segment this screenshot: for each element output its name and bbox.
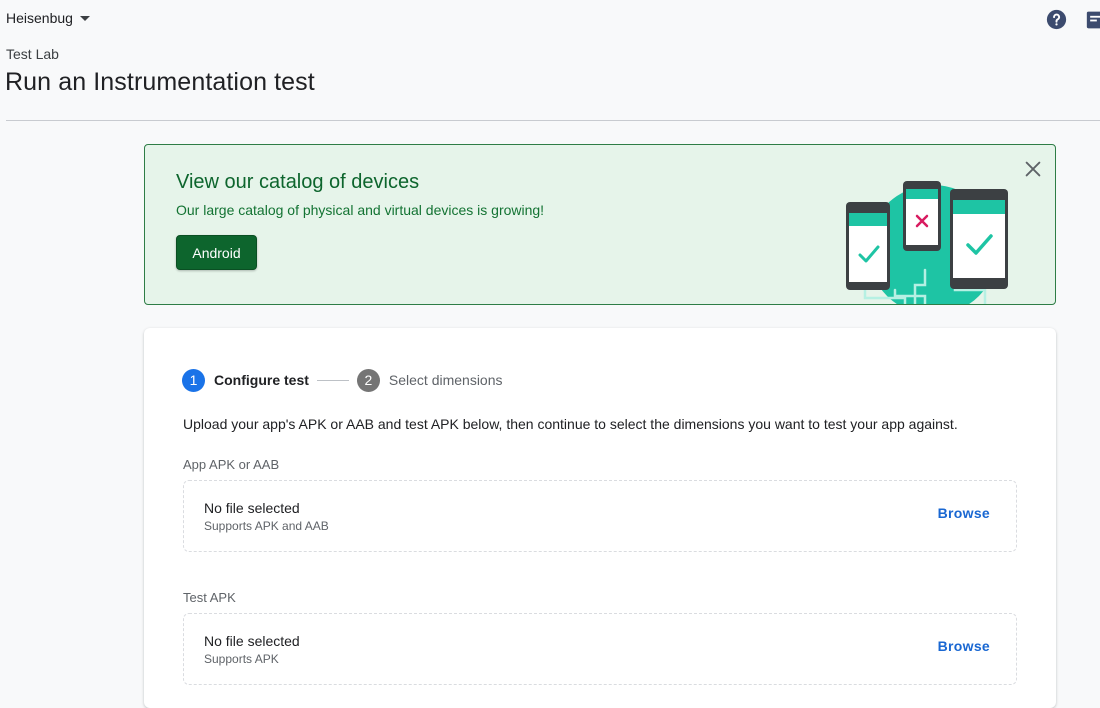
step-connector [316,379,349,381]
step-2-number[interactable]: 2 [356,368,380,392]
test-apk-label: Test APK [183,590,236,605]
feedback-icon[interactable] [1086,10,1100,30]
step-1-number[interactable]: 1 [182,368,205,392]
browse-test-apk-button[interactable]: Browse [938,638,990,654]
upload-status: No file selected [204,500,300,516]
device-catalog-banner: View our catalog of devices Our large ca… [144,144,1056,305]
stepper: 1 Configure test 2 Select dimensions [182,368,503,392]
test-config-card: 1 Configure test 2 Select dimensions Upl… [144,328,1056,708]
devices-illustration [846,181,1008,304]
step-2-label[interactable]: Select dimensions [389,372,503,388]
step-1-label[interactable]: Configure test [214,372,309,388]
test-apk-upload[interactable]: No file selected Supports APK Browse [183,613,1017,685]
page-title: Run an Instrumentation test [5,68,315,96]
header-divider [6,120,1100,121]
app-apk-label: App APK or AAB [183,457,280,472]
upload-hint: Supports APK [204,652,279,666]
upload-hint: Supports APK and AAB [204,519,329,533]
app-apk-upload[interactable]: No file selected Supports APK and AAB Br… [183,480,1017,552]
help-icon[interactable] [1046,9,1067,30]
top-bar: Heisenbug [0,0,1100,40]
banner-title: View our catalog of devices [176,171,420,193]
browse-app-apk-button[interactable]: Browse [938,505,990,521]
banner-text: Our large catalog of physical and virtua… [176,202,545,218]
close-icon[interactable] [1022,158,1044,180]
project-name: Heisenbug [6,10,73,26]
breadcrumb[interactable]: Test Lab [6,46,59,62]
android-catalog-button[interactable]: Android [176,235,257,270]
instructions-text: Upload your app's APK or AAB and test AP… [183,416,958,432]
project-selector[interactable]: Heisenbug [6,10,90,26]
upload-status: No file selected [204,633,300,649]
caret-down-icon [79,16,90,21]
